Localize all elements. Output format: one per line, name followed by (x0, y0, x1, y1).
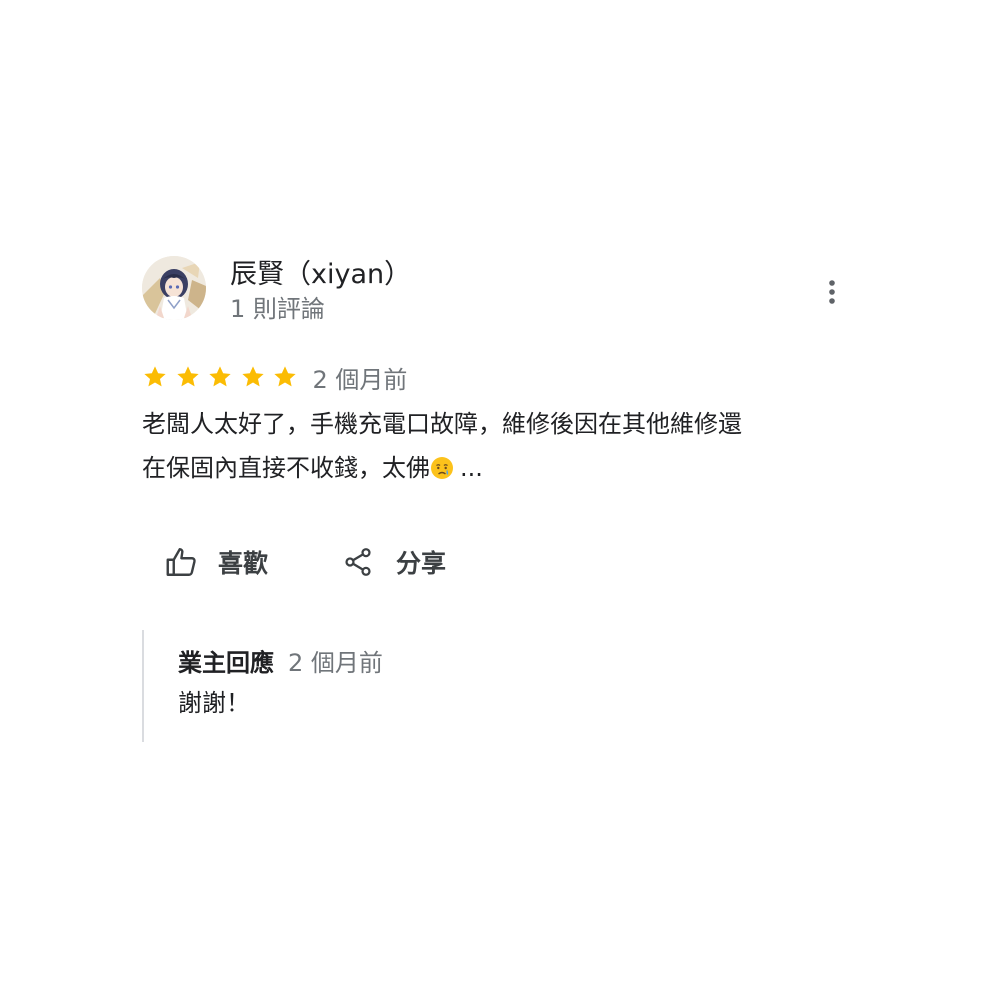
reviewer-review-count: 1 則評論 (230, 295, 325, 323)
avatar[interactable] (142, 256, 206, 320)
like-label: 喜歡 (218, 549, 269, 578)
review-actions: 喜歡 分享 (164, 540, 446, 584)
share-icon (345, 548, 371, 576)
like-button[interactable]: 喜歡 (164, 544, 268, 580)
owner-reply-header: 業主回應 2 個月前 (178, 646, 383, 680)
more-options-button[interactable] (816, 276, 848, 308)
more-vertical-icon (829, 280, 835, 304)
star-icon (274, 366, 296, 387)
share-button[interactable]: 分享 (342, 544, 446, 580)
review-card: 辰賢（xiyan） 1 則評論 2 個月前 老闆人太好了，手機充電口故障，維修後… (142, 256, 862, 742)
review-date: 2 個月前 (312, 365, 408, 394)
review-text-line: 老闆人太好了，手機充電口故障，維修後因在其他維修還 (142, 410, 742, 438)
star-rating (142, 364, 305, 390)
owner-reply-date: 2 個月前 (288, 649, 383, 677)
crying-face-emoji-icon (430, 450, 454, 494)
star-icon (144, 366, 166, 387)
star-icon (241, 366, 264, 387)
reviewer-name[interactable]: 辰賢（xiyan） (230, 258, 411, 292)
thumb-up-icon (166, 548, 196, 576)
star-icon (176, 366, 199, 387)
owner-reply: 業主回應 2 個月前 謝謝！ (142, 630, 744, 742)
review-text: 老闆人太好了，手機充電口故障，維修後因在其他維修還 在保固內直接不收錢，太佛..… (142, 402, 857, 494)
review-text-segment: 在保固內直接不收錢，太佛 (142, 454, 430, 482)
review-header: 辰賢（xiyan） 1 則評論 (142, 256, 862, 323)
anime-character-avatar-icon (142, 256, 206, 320)
owner-reply-label: 業主回應 (178, 649, 274, 677)
share-label: 分享 (396, 549, 447, 578)
read-more-link[interactable]: ... (460, 454, 483, 482)
owner-reply-text: 謝謝！ (178, 689, 250, 717)
star-icon (209, 366, 231, 387)
review-text-line: 在保固內直接不收錢，太佛... (142, 446, 857, 494)
rating-row: 2 個月前 (142, 360, 407, 394)
